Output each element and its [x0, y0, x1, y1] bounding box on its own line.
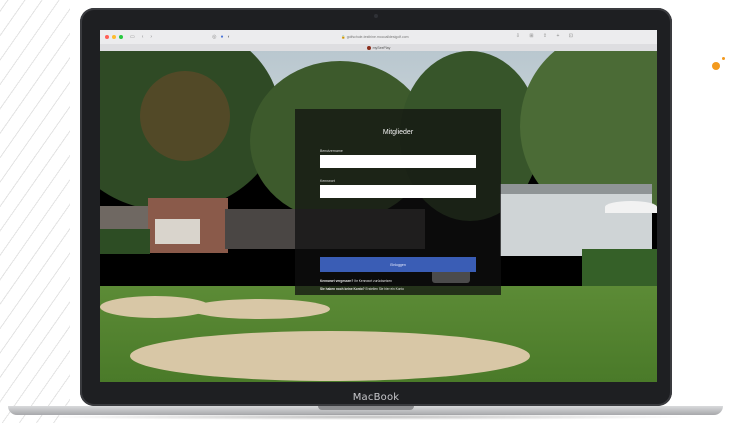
login-title: Mitglieder — [382, 129, 414, 136]
tab-bar: mySeePlay — [100, 44, 657, 51]
laptop-shadow — [30, 414, 700, 420]
tab-title[interactable]: mySeePlay — [373, 46, 391, 50]
window — [155, 219, 200, 244]
parasol — [605, 201, 657, 213]
password-input[interactable] — [320, 185, 476, 198]
register-text: Sie haben noch keine Konto? — [320, 287, 365, 291]
autumn-foliage — [140, 71, 230, 161]
privacy-icon[interactable]: ● — [220, 34, 223, 40]
orange-dot-decoration — [712, 62, 720, 70]
back-icon[interactable]: ‹ — [142, 34, 144, 40]
register-line: Sie haben noch keine Konto? Erstellen Si… — [320, 287, 404, 291]
orange-dot-decoration-small — [722, 57, 725, 60]
browser-actions[interactable]: ⇩ ⊞ ⇪ + ⊡ — [516, 33, 577, 39]
sand-bunker — [190, 299, 330, 319]
minimize-window-icon[interactable] — [112, 35, 116, 39]
login-panel: Mitglieder Benutzername Kennwort Einlogg… — [295, 109, 501, 295]
decorative-lines — [0, 0, 70, 423]
clubhouse-right — [500, 184, 652, 256]
password-label: Kennwort — [320, 179, 335, 183]
hedge — [100, 229, 150, 254]
forgot-password-text: Kennwort vergessen? — [320, 279, 354, 283]
url-text: golfschule-testhine.mocoalldesigolf.com — [346, 35, 409, 39]
hedge — [582, 249, 657, 286]
laptop-screen: ▭ ‹ › ◎ ● ◐ 🔒 golfschule-testhine.mocoal… — [100, 30, 657, 382]
laptop-notch — [318, 406, 414, 410]
username-input[interactable] — [320, 155, 476, 168]
login-button[interactable]: Einloggen — [320, 257, 476, 272]
favicon-icon — [366, 45, 371, 50]
forward-icon[interactable]: › — [150, 34, 152, 40]
maximize-window-icon[interactable] — [119, 35, 123, 39]
browser-toolbar: ▭ ‹ › ◎ ● ◐ 🔒 golfschule-testhine.mocoal… — [100, 30, 657, 44]
golf-course-background: Mitglieder Benutzername Kennwort Einlogg… — [100, 51, 657, 382]
macbook-label: MacBook — [352, 392, 400, 403]
forgot-password-line: Kennwort vergessen? Ihr Kennwort zurücks… — [320, 279, 392, 283]
address-bar[interactable]: 🔒 golfschule-testhine.mocoalldesigolf.co… — [230, 33, 520, 41]
roof — [500, 184, 652, 194]
sidebar-toggle-icon[interactable]: ▭ — [130, 34, 135, 40]
login-button-label: Einloggen — [390, 262, 406, 267]
laptop-lid: ▭ ‹ › ◎ ● ◐ 🔒 golfschule-testhine.mocoal… — [80, 8, 672, 406]
close-window-icon[interactable] — [105, 35, 109, 39]
register-link[interactable]: Erstellen Sie hier ein Konto — [366, 287, 404, 291]
extension-icon[interactable]: ◎ — [212, 34, 216, 40]
forgot-password-link[interactable]: Ihr Kennwort zurücksetzen — [354, 279, 392, 283]
sand-bunker-large — [130, 331, 530, 381]
username-label: Benutzername — [320, 149, 343, 153]
camera-icon — [374, 14, 378, 18]
